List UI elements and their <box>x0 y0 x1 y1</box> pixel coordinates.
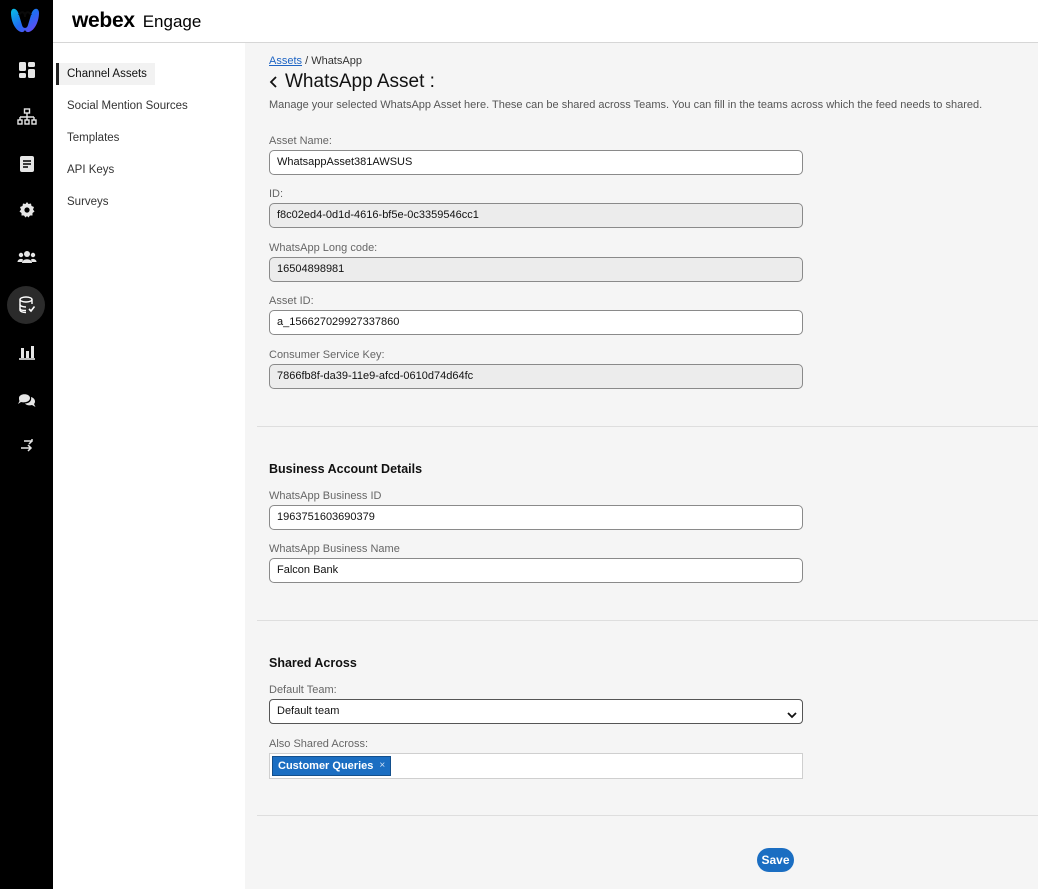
app-rail <box>0 0 53 889</box>
brand-sub: Engage <box>142 12 202 31</box>
brand-main: webex <box>72 9 135 32</box>
also-shared-multiselect[interactable]: Customer Queries × <box>269 753 803 779</box>
chat-icon[interactable] <box>0 381 53 417</box>
asset-id-input[interactable]: a_156627029927337860 <box>269 310 803 335</box>
sidebar-item-channel-assets[interactable]: Channel Assets <box>56 63 155 85</box>
section-divider <box>257 815 1038 816</box>
asset-name-label: Asset Name: <box>269 135 332 147</box>
people-icon[interactable] <box>0 239 53 275</box>
also-shared-label: Also Shared Across: <box>269 738 369 750</box>
consumer-key-label: Consumer Service Key: <box>269 349 385 361</box>
breadcrumb-assets-link[interactable]: Assets <box>269 55 302 67</box>
page-title-text: WhatsApp Asset : <box>285 71 435 92</box>
document-icon[interactable] <box>0 146 53 182</box>
page-description: Manage your selected WhatsApp Asset here… <box>269 99 983 111</box>
sidebar-item-surveys[interactable]: Surveys <box>56 191 117 213</box>
team-chip: Customer Queries × <box>272 756 392 776</box>
dashboard-icon[interactable] <box>0 52 53 88</box>
long-code-field: 16504898981 <box>269 257 803 282</box>
breadcrumb-current: WhatsApp <box>311 55 362 67</box>
breadcrumb-separator: / <box>302 55 312 67</box>
business-name-input[interactable]: Falcon Bank <box>269 558 803 583</box>
secondary-sidebar: Channel Assets Social Mention Sources Te… <box>53 43 245 889</box>
webex-logo[interactable] <box>7 5 43 35</box>
database-icon[interactable] <box>0 286 53 324</box>
breadcrumb: Assets / WhatsApp <box>269 55 362 67</box>
sidebar-item-social-mention-sources[interactable]: Social Mention Sources <box>56 95 196 117</box>
sidebar-item-templates[interactable]: Templates <box>56 127 127 149</box>
id-label: ID: <box>269 188 284 200</box>
business-id-label: WhatsApp Business ID <box>269 490 382 502</box>
top-header: webex Engage <box>53 0 1038 43</box>
default-team-value: Default team <box>277 705 340 717</box>
business-id-input[interactable]: 1963751603690379 <box>269 505 803 530</box>
default-team-label: Default Team: <box>269 684 337 696</box>
page-title: WhatsApp Asset : <box>269 71 435 93</box>
chip-remove-icon[interactable]: × <box>379 757 385 775</box>
brand: webex Engage <box>72 9 201 33</box>
consumer-key-field: 7866fb8f-da39-11e9-afcd-0610d74d64fc <box>269 364 803 389</box>
business-name-label: WhatsApp Business Name <box>269 543 400 555</box>
export-icon[interactable] <box>0 428 53 464</box>
asset-id-label: Asset ID: <box>269 295 314 307</box>
back-chevron-icon[interactable] <box>269 75 278 89</box>
default-team-select[interactable]: Default team <box>269 699 803 724</box>
section-divider <box>257 620 1038 621</box>
id-field: f8c02ed4-0d1d-4616-bf5e-0c3359546cc1 <box>269 203 803 228</box>
section-divider <box>257 426 1038 427</box>
shared-section-title: Shared Across <box>269 656 357 670</box>
long-code-label: WhatsApp Long code: <box>269 242 378 254</box>
gear-icon[interactable] <box>0 192 53 228</box>
main-content: Assets / WhatsApp WhatsApp Asset : Manag… <box>245 43 1038 889</box>
sidebar-item-api-keys[interactable]: API Keys <box>56 159 122 181</box>
team-chip-label: Customer Queries <box>278 760 374 772</box>
save-button[interactable]: Save <box>757 848 794 872</box>
business-section-title: Business Account Details <box>269 462 423 476</box>
chevron-down-icon <box>786 706 798 729</box>
asset-name-input[interactable]: WhatsappAsset381AWSUS <box>269 150 803 175</box>
bar-chart-icon[interactable] <box>0 334 53 370</box>
hierarchy-icon[interactable] <box>0 99 53 135</box>
